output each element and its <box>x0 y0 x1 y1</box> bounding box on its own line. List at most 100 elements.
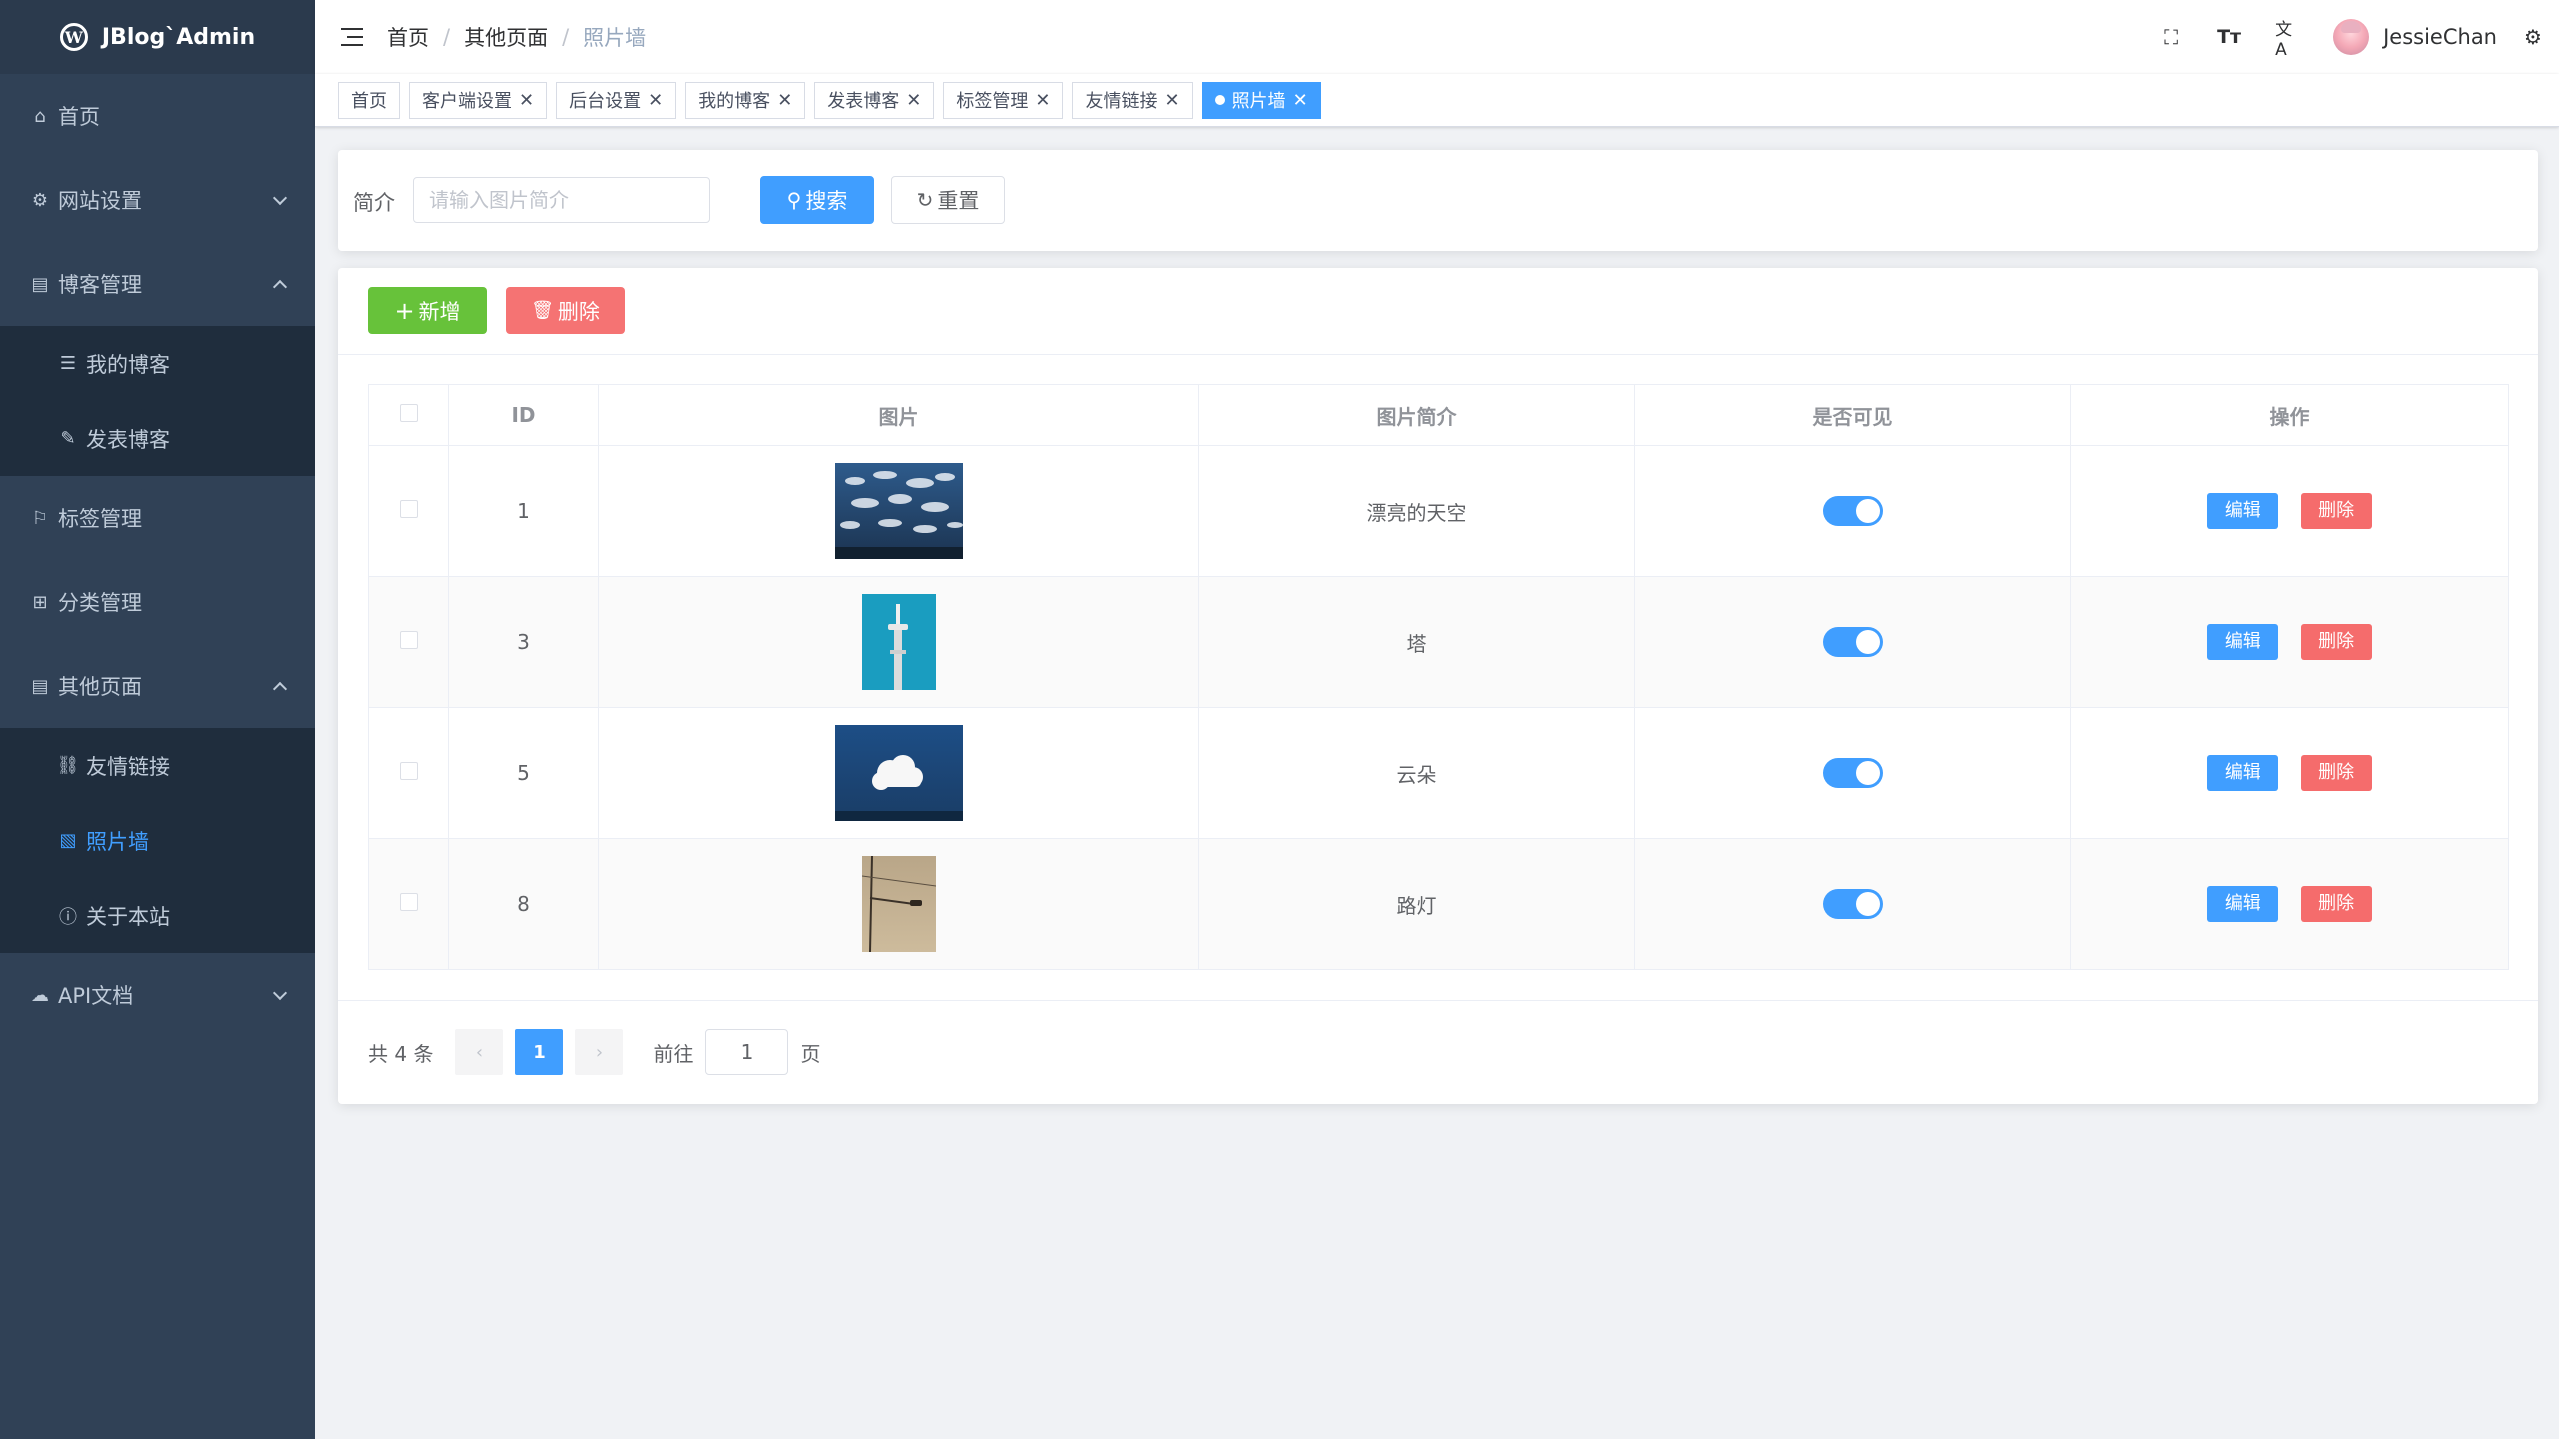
next-page-button[interactable]: › <box>575 1029 624 1075</box>
streetlight-photo[interactable] <box>861 856 936 952</box>
tag-admin-settings[interactable]: 后台设置 ✕ <box>556 81 677 119</box>
sidebar-item-label: 友情链接 <box>86 754 170 779</box>
delete-button[interactable]: 🗑 删除 <box>506 287 625 334</box>
avatar[interactable] <box>2333 19 2370 55</box>
wordpress-logo-icon: W <box>59 23 88 51</box>
edit-button[interactable]: 编辑 <box>2207 493 2279 529</box>
row-checkbox[interactable] <box>399 762 418 780</box>
plus-icon: + <box>394 296 415 325</box>
tag-friend-links[interactable]: 友情链接 ✕ <box>1072 81 1193 119</box>
add-button[interactable]: + 新增 <box>368 287 487 334</box>
delete-row-button[interactable]: 删除 <box>2300 886 2372 922</box>
table-row: 3 塔 编辑 删除 <box>368 576 2509 708</box>
column-header: ID <box>448 384 599 446</box>
edit-button[interactable]: 编辑 <box>2207 624 2279 660</box>
sidebar-item-tag-management[interactable]: ⚐ 标签管理 <box>0 476 315 560</box>
close-icon[interactable]: ✕ <box>777 90 792 111</box>
home-icon: ⌂ <box>34 105 46 127</box>
sidebar-item-api-docs[interactable]: ☁ API文档 <box>0 953 315 1037</box>
sidebar-item-blog-management[interactable]: ▤ 博客管理 <box>0 242 315 326</box>
select-all-cell[interactable] <box>368 384 449 446</box>
active-dot-icon <box>1214 95 1225 105</box>
username[interactable]: JessieChan <box>2383 25 2497 49</box>
sidebar: W JBlog`Admin ⌂ 首页 ⚙ 网站设置 ▤ 博客管理 ☰ 我的博客 … <box>0 0 315 1439</box>
delete-row-button[interactable]: 删除 <box>2300 755 2372 791</box>
trash-icon: 🗑 <box>531 300 554 321</box>
close-icon[interactable]: ✕ <box>648 90 663 111</box>
row-checkbox[interactable] <box>399 500 418 518</box>
tower-photo[interactable] <box>861 594 936 690</box>
sidebar-item-publish-blog[interactable]: ✎ 发表博客 <box>0 401 315 476</box>
select-all-checkbox[interactable] <box>399 404 418 422</box>
breadcrumb-separator: / <box>562 25 570 49</box>
search-button[interactable]: ⚲ 搜索 <box>760 176 874 224</box>
visible-toggle[interactable] <box>1822 627 1883 657</box>
tag-my-blogs[interactable]: 我的博客 ✕ <box>685 81 806 119</box>
sidebar-item-home[interactable]: ⌂ 首页 <box>0 74 315 158</box>
close-icon[interactable]: ✕ <box>1293 90 1308 111</box>
top-navbar: 首页 / 其他页面 / 照片墙 ⛶ Tт 文A JessieChan ⚙ <box>315 0 2559 74</box>
tag-client-settings[interactable]: 客户端设置 ✕ <box>409 81 548 119</box>
goto-page-input[interactable] <box>705 1029 789 1075</box>
visible-toggle[interactable] <box>1822 496 1883 526</box>
delete-row-button[interactable]: 删除 <box>2300 624 2372 660</box>
visible-toggle[interactable] <box>1822 889 1883 919</box>
sidebar-item-site-settings[interactable]: ⚙ 网站设置 <box>0 158 315 242</box>
sidebar-item-friend-links[interactable]: ⛓ 友情链接 <box>0 728 315 803</box>
visible-toggle[interactable] <box>1822 758 1883 788</box>
hamburger-icon[interactable] <box>341 28 363 46</box>
prev-page-button[interactable]: ‹ <box>455 1029 504 1075</box>
close-icon[interactable]: ✕ <box>906 90 921 111</box>
close-icon[interactable]: ✕ <box>519 90 534 111</box>
breadcrumb-separator: / <box>443 25 451 49</box>
sidebar-item-photo-wall[interactable]: ▧ 照片墙 <box>0 803 315 878</box>
main-card: + 新增 🗑 删除 ID 图片 图片简介 是否可见 操作 1 漂亮的天空 编辑 … <box>338 268 2538 1104</box>
divider <box>338 354 2538 355</box>
pagination-total: 共 4 条 <box>368 1041 434 1066</box>
row-checkbox[interactable] <box>399 893 418 911</box>
sky-photo[interactable] <box>834 463 963 559</box>
search-icon: ⚲ <box>786 188 802 212</box>
tag-home[interactable]: 首页 <box>338 81 400 119</box>
sidebar-item-about[interactable]: ⓘ 关于本站 <box>0 878 315 953</box>
breadcrumb: 首页 / 其他页面 / 照片墙 <box>387 22 646 52</box>
row-checkbox[interactable] <box>399 631 418 649</box>
pagination: 共 4 条 ‹ 1 › 前往 页 <box>368 1028 820 1076</box>
sidebar-item-my-blogs[interactable]: ☰ 我的博客 <box>0 326 315 401</box>
tag-publish-blog[interactable]: 发表博客 ✕ <box>814 81 935 119</box>
close-icon[interactable]: ✕ <box>1164 90 1179 111</box>
translate-icon[interactable]: 文A <box>2275 20 2299 60</box>
delete-row-button[interactable]: 删除 <box>2300 493 2372 529</box>
edit-button[interactable]: 编辑 <box>2207 886 2279 922</box>
breadcrumb-home[interactable]: 首页 <box>387 22 429 52</box>
row-id: 8 <box>448 838 599 970</box>
close-icon[interactable]: ✕ <box>1035 90 1050 111</box>
tag-tag-management[interactable]: 标签管理 ✕ <box>943 81 1064 119</box>
goto-label: 前往 <box>653 1041 694 1066</box>
breadcrumb-other-pages[interactable]: 其他页面 <box>464 22 548 52</box>
logo-bar[interactable]: W JBlog`Admin <box>0 0 315 74</box>
settings-icon[interactable]: ⚙ <box>2521 25 2545 49</box>
fullscreen-icon[interactable]: ⛶ <box>2159 25 2183 49</box>
edit-button[interactable]: 编辑 <box>2207 755 2279 791</box>
cloud-photo[interactable] <box>834 725 963 821</box>
reset-button[interactable]: ↻ 重置 <box>891 176 1005 224</box>
tag-photo-wall[interactable]: 照片墙 ✕ <box>1201 81 1321 119</box>
chevron-down-icon <box>272 190 288 206</box>
search-input[interactable] <box>413 177 710 223</box>
row-desc: 塔 <box>1198 576 1635 708</box>
tag-label: 首页 <box>351 91 387 112</box>
reset-button-label: 重置 <box>937 189 980 213</box>
tag-label: 友情链接 <box>1085 91 1158 112</box>
page-number-button[interactable]: 1 <box>515 1029 564 1075</box>
sidebar-item-label: 照片墙 <box>86 829 149 854</box>
sidebar-item-category-management[interactable]: ⊞ 分类管理 <box>0 560 315 644</box>
page-suffix-label: 页 <box>800 1041 821 1066</box>
sidebar-item-label: 关于本站 <box>86 904 170 929</box>
font-size-icon[interactable]: Tт <box>2217 25 2241 49</box>
sidebar-item-other-pages[interactable]: ▤ 其他页面 <box>0 644 315 728</box>
search-button-label: 搜索 <box>805 189 848 213</box>
right-menu: ⛶ Tт 文A JessieChan ⚙ <box>2159 0 2559 74</box>
sidebar-item-label: 标签管理 <box>58 507 142 531</box>
app-title: JBlog`Admin <box>101 24 256 50</box>
